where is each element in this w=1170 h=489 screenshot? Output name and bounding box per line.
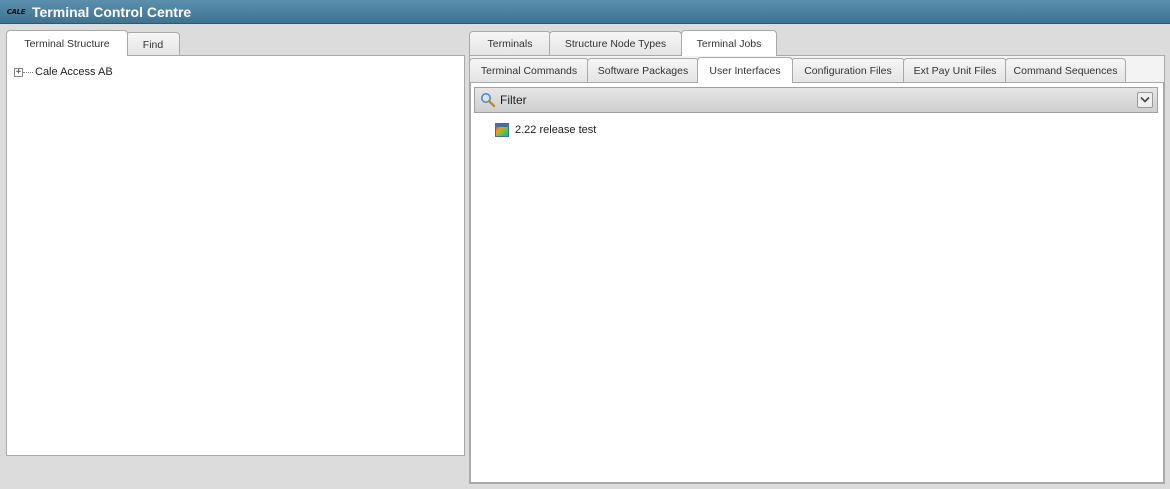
subtab-software-packages[interactable]: Software Packages	[587, 58, 699, 82]
terminal-structure-panel	[6, 55, 465, 456]
tab-label: Terminal Structure	[24, 37, 110, 50]
chevron-down-icon	[1140, 96, 1150, 103]
subtab-terminal-commands[interactable]: Terminal Commands	[469, 58, 589, 82]
subtab-user-interfaces[interactable]: User Interfaces	[697, 57, 793, 83]
tab-terminals[interactable]: Terminals	[469, 31, 551, 55]
subtab-ext-pay-unit-files[interactable]: Ext Pay Unit Files	[903, 58, 1007, 82]
tab-label: Structure Node Types	[564, 37, 667, 50]
subtab-label: Software Packages	[597, 64, 689, 77]
app-title: Terminal Control Centre	[32, 3, 192, 20]
magnifier-icon	[480, 92, 496, 108]
tree-node-label[interactable]: Cale Access AB	[35, 66, 113, 78]
tab-find[interactable]: Find	[126, 32, 180, 56]
filter-label: Filter	[500, 93, 527, 107]
cale-logo: CALE	[6, 7, 26, 16]
list-item[interactable]: 2.22 release test	[495, 123, 596, 137]
subtab-label: Terminal Commands	[480, 64, 578, 77]
tab-label: Terminals	[487, 37, 533, 50]
expand-icon[interactable]: +	[14, 67, 23, 77]
tab-label: Find	[142, 38, 164, 51]
subtab-label: User Interfaces	[709, 64, 781, 77]
filter-dropdown-button[interactable]	[1137, 92, 1153, 108]
user-interfaces-panel	[470, 82, 1164, 483]
tab-label: Terminal Jobs	[696, 37, 762, 50]
tree-node-root[interactable]: + Cale Access AB	[14, 66, 113, 78]
filter-bar[interactable]: Filter	[474, 87, 1158, 113]
title-bar: CALE Terminal Control Centre	[0, 0, 1170, 24]
tab-terminal-structure[interactable]: Terminal Structure	[6, 30, 128, 56]
subtab-label: Command Sequences	[1013, 64, 1118, 77]
user-interface-icon	[495, 123, 509, 137]
tree-connector	[23, 71, 33, 73]
tab-terminal-jobs[interactable]: Terminal Jobs	[681, 30, 777, 56]
subtab-command-sequences[interactable]: Command Sequences	[1005, 58, 1126, 82]
subtab-label: Ext Pay Unit Files	[913, 64, 997, 77]
subtab-label: Configuration Files	[804, 64, 892, 77]
tab-structure-node-types[interactable]: Structure Node Types	[549, 31, 682, 55]
subtab-configuration-files[interactable]: Configuration Files	[791, 58, 905, 82]
list-item-label[interactable]: 2.22 release test	[515, 124, 596, 136]
